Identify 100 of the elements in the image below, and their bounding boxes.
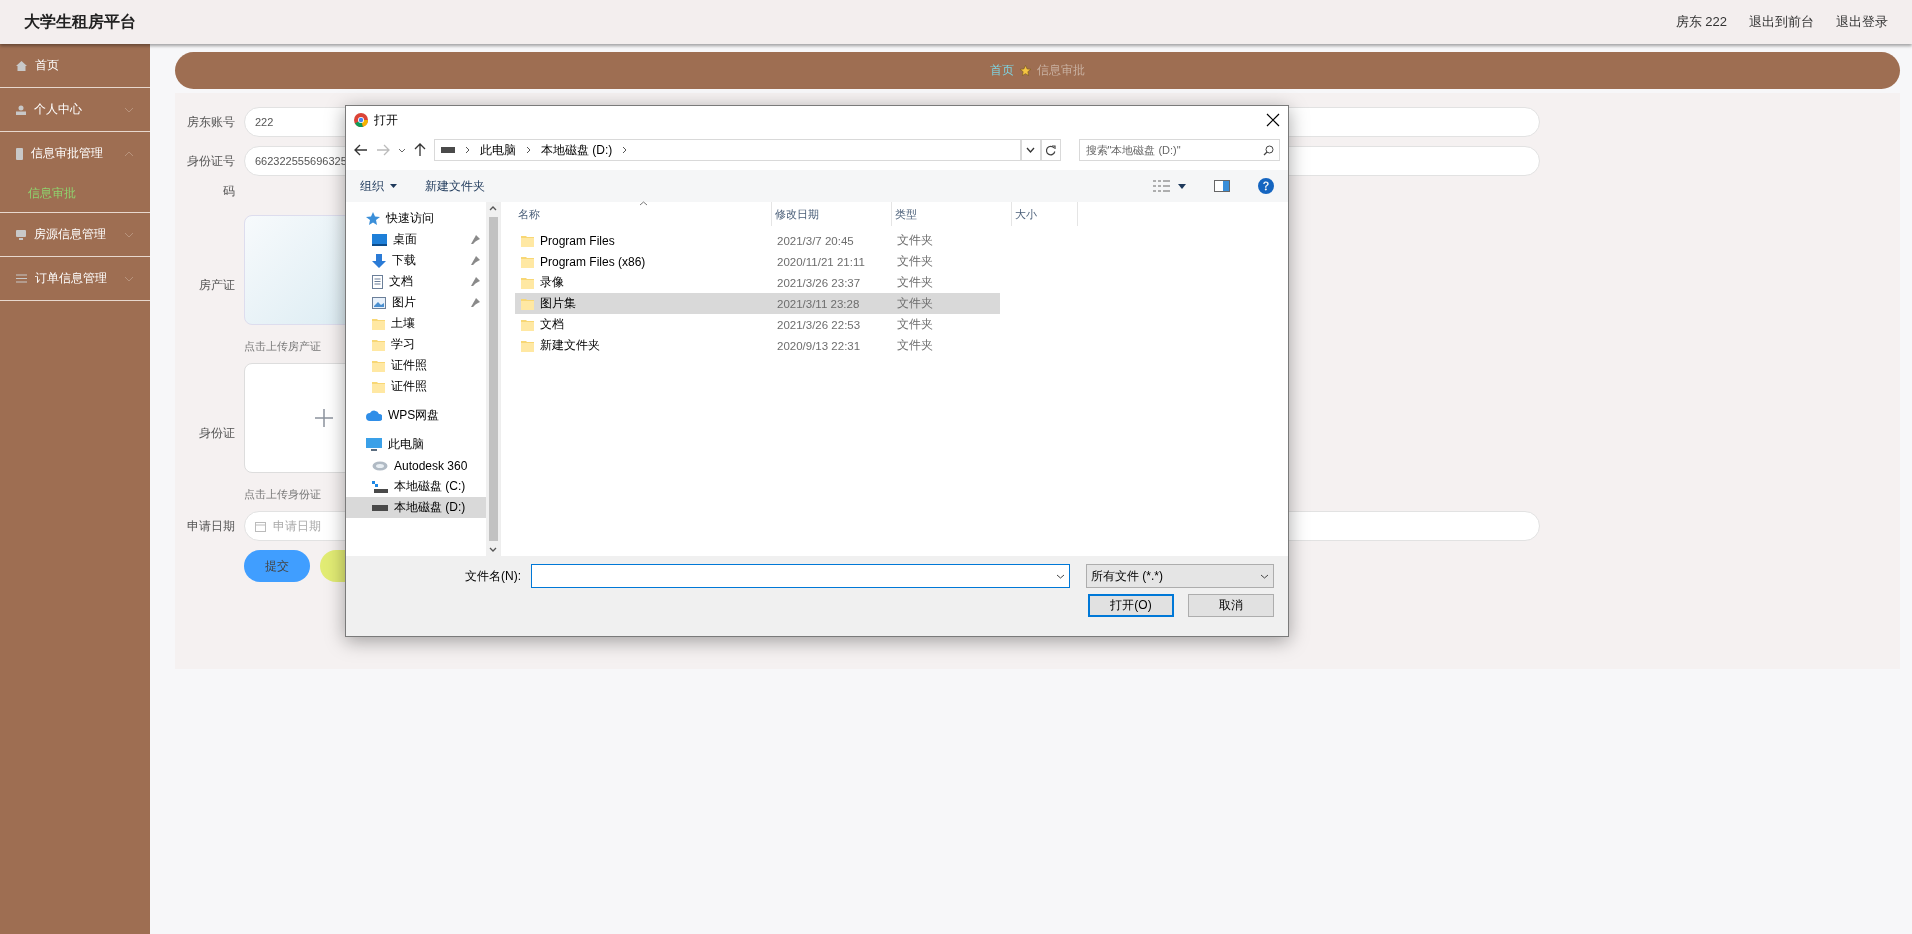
cancel-button[interactable]: 取消 bbox=[1188, 594, 1274, 617]
file-row[interactable]: Program Files (x86) 2020/11/21 21:11 文件夹 bbox=[515, 251, 1000, 272]
folder-icon bbox=[521, 276, 534, 289]
star-icon bbox=[1020, 65, 1031, 76]
file-row[interactable]: 文档 2021/3/26 22:53 文件夹 bbox=[515, 314, 1000, 335]
nav-pane-item[interactable]: 本地磁盘 (C:) bbox=[346, 476, 486, 497]
chevron-down-icon bbox=[1026, 147, 1036, 153]
field-label: 身份证 bbox=[198, 424, 235, 442]
column-header[interactable]: 大小 bbox=[1012, 202, 1078, 226]
toolbar-button[interactable]: 新建文件夹 bbox=[425, 177, 485, 195]
drive-icon bbox=[372, 504, 388, 511]
modified-date: 2021/3/11 23:28 bbox=[776, 297, 861, 310]
nav-pane-item[interactable]: 本地磁盘 (D:) bbox=[346, 497, 486, 518]
folder-icon bbox=[521, 297, 534, 310]
scroll-up-icon bbox=[489, 206, 497, 211]
address-bar[interactable]: 此电脑 本地磁盘 (D:) bbox=[434, 139, 1021, 161]
sidebar-item[interactable]: 房源信息管理 bbox=[0, 213, 150, 256]
header-link[interactable]: 退出登录 bbox=[1836, 13, 1888, 31]
open-button[interactable]: 打开(O) bbox=[1088, 594, 1174, 617]
history-button[interactable] bbox=[398, 147, 406, 153]
chevron-up-icon bbox=[124, 150, 134, 157]
refresh-button[interactable] bbox=[1040, 139, 1061, 161]
modified-date: 2020/9/13 22:31 bbox=[776, 339, 862, 352]
download-arrow-icon bbox=[372, 253, 386, 268]
upload-hint: 点击上传身份证 bbox=[244, 487, 321, 502]
file-type: 文件夹 bbox=[896, 338, 934, 353]
nav-pane-item[interactable]: 此电脑 bbox=[346, 434, 486, 455]
picture-icon bbox=[372, 296, 386, 309]
file-name: 新建文件夹 bbox=[540, 337, 600, 354]
computer-icon bbox=[366, 438, 382, 451]
path-segment[interactable]: 本地磁盘 (D:) bbox=[541, 141, 613, 159]
nav-pane-item[interactable]: Autodesk 360 bbox=[346, 455, 486, 476]
column-header[interactable]: 修改日期 bbox=[772, 202, 892, 226]
header-link[interactable]: 退出到前台 bbox=[1749, 13, 1814, 31]
caret-icon bbox=[390, 184, 397, 188]
file-name: 图片集 bbox=[540, 295, 576, 312]
file-row[interactable]: 图片集 2021/3/11 23:28 文件夹 bbox=[515, 293, 1000, 314]
path-segment[interactable]: 此电脑 bbox=[480, 141, 516, 159]
modified-date: 2021/3/26 22:53 bbox=[776, 318, 862, 331]
scrollbar[interactable] bbox=[486, 202, 500, 556]
toolbar-button[interactable]: 组织 bbox=[360, 177, 397, 195]
nav-pane-item[interactable]: 文档 bbox=[346, 271, 486, 292]
sidebar-item[interactable]: 订单信息管理 bbox=[0, 257, 150, 300]
folder-icon bbox=[521, 318, 534, 331]
filename-field[interactable] bbox=[531, 564, 1070, 588]
field-label: 身份证号码 bbox=[186, 153, 235, 200]
file-row[interactable]: 录像 2021/3/26 23:37 文件夹 bbox=[515, 272, 1000, 293]
view-options-button[interactable] bbox=[1153, 180, 1186, 192]
nav-pane-item[interactable]: 学习 bbox=[346, 334, 486, 355]
column-header[interactable]: 类型 bbox=[892, 202, 1012, 226]
site-title: 大学生租房平台 bbox=[24, 11, 136, 32]
file-type-select[interactable]: 所有文件 (*.*) bbox=[1086, 564, 1274, 588]
sidebar-item[interactable]: 首页 bbox=[0, 44, 150, 87]
search-field[interactable]: 搜索"本地磁盘 (D:)" bbox=[1078, 139, 1280, 161]
field-label: 房东账号 bbox=[186, 114, 235, 131]
folder-icon bbox=[521, 255, 534, 268]
phone-icon bbox=[16, 147, 23, 160]
nav-pane-item[interactable]: 下载 bbox=[346, 250, 486, 271]
preview-pane-button[interactable] bbox=[1214, 180, 1230, 192]
modified-date: 2021/3/7 20:45 bbox=[776, 234, 855, 247]
search-icon bbox=[1263, 145, 1274, 156]
nav-pane-item[interactable]: 快速访问 bbox=[346, 208, 486, 229]
submit-button[interactable]: 提交 bbox=[244, 550, 310, 582]
back-button[interactable] bbox=[354, 144, 368, 156]
field-label: 申请日期 bbox=[186, 518, 235, 535]
dialog-title: 打开 bbox=[374, 111, 399, 129]
file-name: Program Files bbox=[540, 233, 615, 248]
chevron-right-icon bbox=[465, 146, 470, 154]
folder-icon bbox=[372, 380, 385, 393]
file-row[interactable]: Program Files 2021/3/7 20:45 文件夹 bbox=[515, 230, 1000, 251]
caret-icon bbox=[1178, 183, 1186, 189]
plus-icon bbox=[315, 409, 333, 427]
cloud-drive-icon bbox=[372, 460, 388, 471]
nav-pane-item[interactable]: 证件照 bbox=[346, 376, 486, 397]
filename-label: 文件名(N): bbox=[465, 567, 521, 585]
nav-pane-item[interactable]: 桌面 bbox=[346, 229, 486, 250]
file-row[interactable]: 新建文件夹 2020/9/13 22:31 文件夹 bbox=[515, 335, 1000, 356]
nav-pane-item[interactable]: 图片 bbox=[346, 292, 486, 313]
nav-pane-item[interactable]: WPS网盘 bbox=[346, 405, 486, 426]
monitor-icon bbox=[16, 229, 26, 240]
folder-icon bbox=[372, 359, 385, 372]
sidebar-item[interactable]: 个人中心 bbox=[0, 88, 150, 131]
nav-pane-item[interactable]: 土壤 bbox=[346, 313, 486, 334]
address-dropdown-button[interactable] bbox=[1020, 139, 1041, 161]
chevron-down-icon bbox=[124, 275, 134, 282]
pin-icon bbox=[471, 256, 480, 265]
pin-icon bbox=[471, 235, 480, 244]
round-logo-icon bbox=[354, 113, 368, 127]
column-header[interactable]: 名称 bbox=[515, 202, 772, 226]
file-name: 录像 bbox=[540, 274, 564, 291]
file-name: Program Files (x86) bbox=[540, 254, 646, 269]
modified-date: 2021/3/26 23:37 bbox=[776, 276, 862, 289]
sidebar-item[interactable]: 信息审批管理 bbox=[0, 132, 150, 175]
up-button[interactable] bbox=[414, 143, 426, 157]
nav-pane-item[interactable]: 证件照 bbox=[346, 355, 486, 376]
file-type: 文件夹 bbox=[896, 275, 934, 290]
field-label: 房产证 bbox=[198, 276, 235, 294]
header-link[interactable]: 房东 222 bbox=[1675, 13, 1727, 31]
help-button[interactable] bbox=[1258, 178, 1274, 194]
close-button[interactable] bbox=[1266, 113, 1280, 127]
